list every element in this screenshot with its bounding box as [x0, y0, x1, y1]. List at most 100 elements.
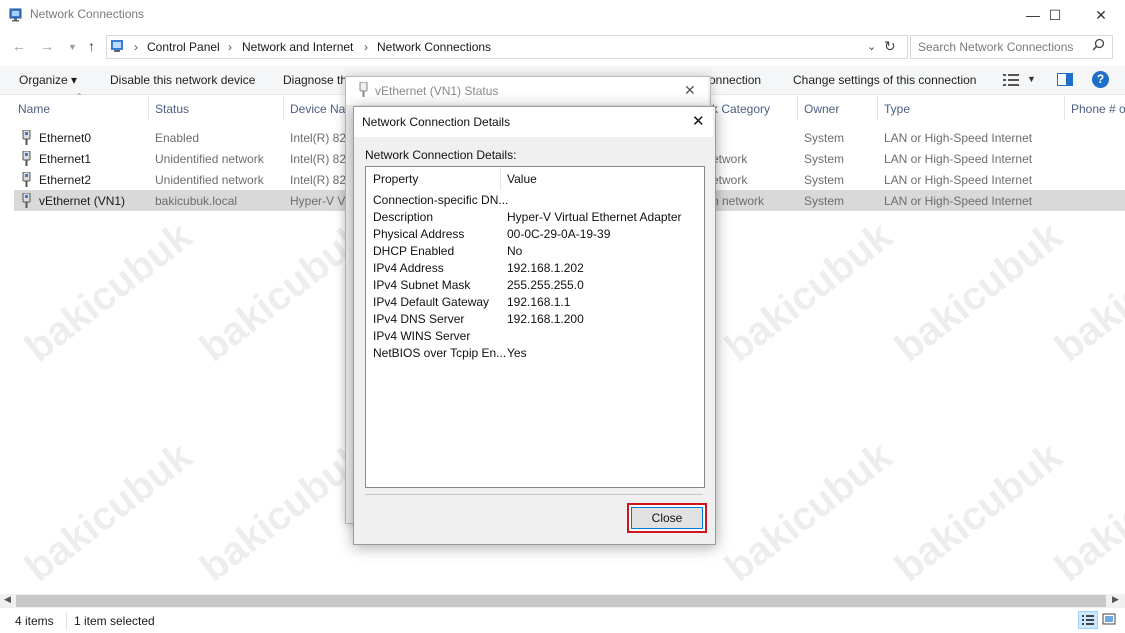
column-divider[interactable]: [500, 168, 501, 190]
sort-ascending-icon: ⌃: [76, 92, 83, 101]
column-header-phone[interactable]: Phone # o: [1071, 102, 1125, 116]
row-name: Ethernet1: [39, 152, 92, 166]
row-type: LAN or High-Speed Internet: [884, 131, 1033, 145]
title-bar: [0, 0, 1125, 30]
row-status: Unidentified network: [155, 152, 264, 166]
control-panel-icon: [110, 39, 125, 53]
column-divider[interactable]: [283, 96, 284, 120]
row-name: vEthernet (VN1): [39, 194, 126, 208]
column-header-owner[interactable]: Owner: [804, 102, 839, 116]
maximize-button[interactable]: ☐: [1032, 0, 1078, 30]
watermark: bakicubuk: [17, 433, 201, 591]
network-connections-icon: [9, 7, 24, 22]
address-bar[interactable]: [106, 35, 908, 59]
status-divider: [66, 612, 67, 630]
refresh-icon[interactable]: ↻: [884, 38, 896, 55]
forward-arrow-icon[interactable]: →: [40, 38, 54, 54]
property-name: IPv4 Default Gateway: [373, 295, 490, 309]
search-placeholder: Search Network Connections: [918, 40, 1074, 54]
row-status: Enabled: [155, 131, 200, 145]
column-header-name[interactable]: Name: [18, 102, 50, 116]
recent-locations-chevron-icon[interactable]: ▼: [68, 42, 77, 52]
list-header-property[interactable]: Property: [373, 172, 418, 186]
row-category: etwork: [712, 173, 748, 187]
property-name: Physical Address: [373, 227, 465, 241]
status-bar: [0, 609, 1125, 633]
view-options-icon[interactable]: [1003, 74, 1019, 89]
column-divider[interactable]: [797, 96, 798, 120]
property-name: IPv4 DNS Server: [373, 312, 465, 326]
ethernet-adapter-icon: [21, 192, 32, 211]
watermark: bakicubuk: [887, 433, 1071, 591]
watermark: bakicubuk: [717, 213, 901, 371]
details-view-icon[interactable]: [1078, 611, 1098, 629]
property-name: IPv4 WINS Server: [373, 329, 471, 343]
ethernet-adapter-icon: [21, 171, 32, 190]
details-dialog-title: Network Connection Details: [362, 115, 511, 129]
disable-device-button[interactable]: Disable this network device: [110, 73, 255, 87]
breadcrumb-control-panel[interactable]: Control Panel: [147, 40, 220, 54]
property-value: 192.168.1.1: [507, 295, 571, 309]
row-device: Intel(R) 825: [290, 173, 353, 187]
status-dialog-close-button[interactable]: ✕: [684, 82, 696, 99]
breadcrumb-separator: ›: [228, 40, 232, 54]
property-name: NetBIOS over Tcpip En...: [373, 346, 507, 360]
details-dialog-close-button[interactable]: ✕: [692, 112, 705, 130]
change-settings-button[interactable]: Change settings of this connection: [793, 73, 976, 87]
organize-menu[interactable]: Organize ▾: [19, 73, 77, 87]
row-status: Unidentified network: [155, 173, 264, 187]
preview-pane-icon[interactable]: [1057, 73, 1073, 89]
row-status: bakicubuk.local: [155, 194, 238, 208]
row-owner: System: [804, 173, 845, 187]
column-divider[interactable]: [1064, 96, 1065, 120]
close-button[interactable]: Close: [631, 507, 703, 529]
row-type: LAN or High-Speed Internet: [884, 152, 1033, 166]
close-window-button[interactable]: ✕: [1078, 0, 1124, 30]
scroll-left-icon[interactable]: ◀: [4, 594, 11, 605]
property-value: Yes: [507, 346, 527, 360]
column-header-device-name[interactable]: Device Nar: [290, 102, 349, 116]
window-title: Network Connections: [30, 7, 145, 21]
column-header-status[interactable]: Status: [155, 102, 189, 116]
property-value: 00-0C-29-0A-19-39: [507, 227, 611, 241]
item-count: 4 items: [15, 614, 54, 628]
row-owner: System: [804, 194, 845, 208]
row-owner: System: [804, 131, 845, 145]
row-device: Intel(R) 825: [290, 152, 353, 166]
ethernet-adapter-icon: [21, 129, 32, 148]
view-dropdown-chevron-icon[interactable]: ▼: [1027, 74, 1036, 84]
breadcrumb-network-connections[interactable]: Network Connections: [377, 40, 491, 54]
large-icons-view-icon[interactable]: [1100, 611, 1120, 629]
column-divider[interactable]: [148, 96, 149, 120]
property-value: 192.168.1.200: [507, 312, 584, 326]
property-value: Hyper-V Virtual Ethernet Adapter: [507, 210, 682, 224]
up-arrow-icon[interactable]: ↑: [88, 38, 95, 54]
property-value: No: [507, 244, 523, 258]
details-label: Network Connection Details:: [365, 148, 517, 162]
column-header-network-category[interactable]: k Category: [712, 102, 770, 116]
selection-count: 1 item selected: [74, 614, 155, 628]
help-icon[interactable]: ?: [1092, 71, 1109, 88]
property-value: 192.168.1.202: [507, 261, 584, 275]
watermark: bakicubuk: [717, 433, 901, 591]
column-header-type[interactable]: Type: [884, 102, 910, 116]
row-category: etwork: [712, 152, 748, 166]
scrollbar-thumb[interactable]: [16, 595, 1106, 607]
diagnose-button[interactable]: Diagnose th: [283, 73, 347, 87]
ethernet-adapter-icon: [21, 150, 32, 169]
row-owner: System: [804, 152, 845, 166]
address-dropdown-chevron-icon[interactable]: ⌄: [867, 40, 876, 53]
column-divider[interactable]: [877, 96, 878, 120]
watermark: bakicubuk: [1047, 213, 1125, 371]
watermark: bakicubuk: [17, 213, 201, 371]
property-value: 255.255.255.0: [507, 278, 584, 292]
breadcrumb-separator: ›: [364, 40, 368, 54]
property-name: Description: [373, 210, 434, 224]
search-icon[interactable]: [1092, 38, 1105, 54]
scroll-right-icon[interactable]: ▶: [1112, 594, 1119, 605]
back-arrow-icon[interactable]: ←: [12, 38, 26, 54]
rename-connection-button[interactable]: onnection: [709, 73, 761, 87]
breadcrumb-network-and-internet[interactable]: Network and Internet: [242, 40, 353, 54]
row-name: Ethernet0: [39, 131, 92, 145]
list-header-value[interactable]: Value: [507, 172, 537, 186]
